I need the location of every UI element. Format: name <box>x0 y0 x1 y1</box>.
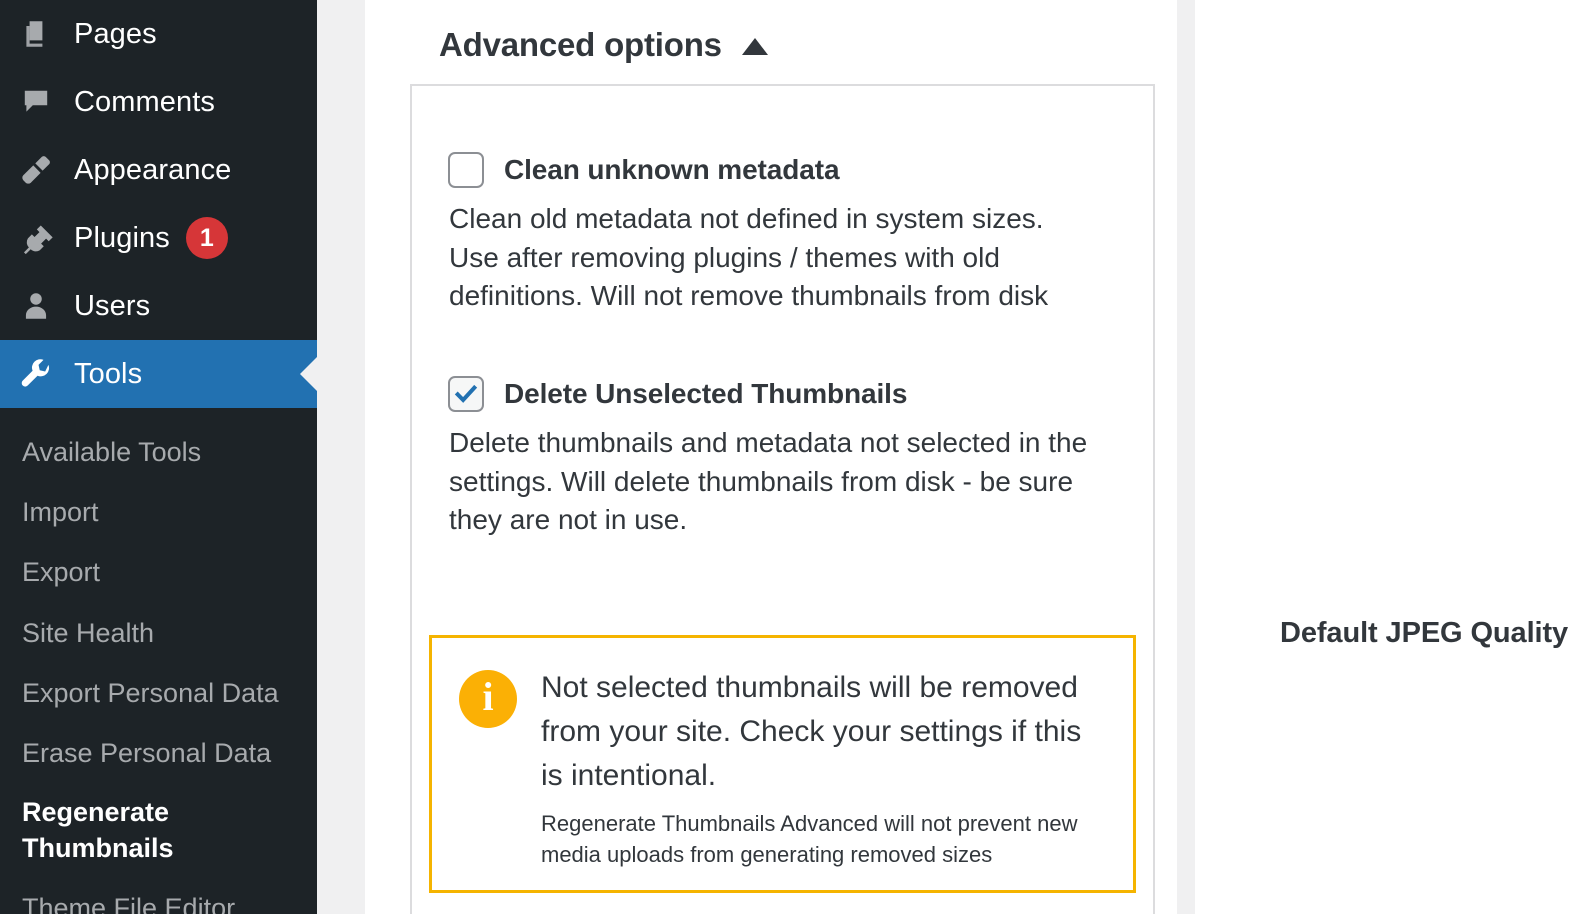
comments-icon <box>18 84 54 120</box>
sidebar-item-appearance[interactable]: Appearance <box>0 136 317 204</box>
sidebar-item-label: Tools <box>74 357 143 390</box>
page-title: Advanced options <box>439 26 722 63</box>
option-delete-unselected-thumbnails: Delete Unselected Thumbnails Delete thum… <box>412 316 1153 540</box>
notice-sub-message: Regenerate Thumbnails Advanced will not … <box>541 811 1078 868</box>
sidebar-subitem-export-personal-data[interactable]: Export Personal Data <box>0 663 317 723</box>
admin-screen: Pages Comments Appearance Plugins 1 User… <box>0 0 1582 914</box>
checkbox-clean-unknown-metadata[interactable] <box>448 152 484 188</box>
appearance-brush-icon <box>18 152 54 188</box>
sidebar-subitem-theme-file-editor[interactable]: Theme File Editor <box>0 878 317 914</box>
default-jpeg-quality-label: Default JPEG Quality <box>1280 617 1569 649</box>
checkbox-delete-unselected-thumbnails[interactable] <box>448 375 484 412</box>
sidebar-item-label: Users <box>74 289 151 322</box>
plugins-plug-icon <box>18 220 54 256</box>
admin-sidebar: Pages Comments Appearance Plugins 1 User… <box>0 0 317 914</box>
tools-wrench-icon <box>18 356 54 392</box>
sidebar-item-plugins[interactable]: Plugins 1 <box>0 204 317 272</box>
sidebar-item-label: Appearance <box>74 153 232 186</box>
sidebar-item-label: Comments <box>74 85 215 118</box>
pages-icon <box>18 16 54 52</box>
content-right-gutter <box>1177 0 1195 914</box>
option-label: Delete Unselected Thumbnails <box>504 377 908 409</box>
tools-submenu: Available Tools Import Export Site Healt… <box>0 408 317 914</box>
option-clean-unknown-metadata: Clean unknown metadata Clean old metadat… <box>412 86 1153 316</box>
caret-up-icon[interactable] <box>741 37 768 55</box>
sidebar-item-label: Pages <box>74 17 157 50</box>
users-person-icon <box>18 288 54 324</box>
notice-body: Not selected thumbnails will be removed … <box>541 666 1107 870</box>
sidebar-item-label: Plugins <box>74 221 170 254</box>
notice-message: Not selected thumbnails will be removed … <box>541 671 1082 792</box>
option-row[interactable]: Clean unknown metadata <box>448 148 1153 188</box>
main-content: Advanced options Clean unknown metadata … <box>365 0 1177 914</box>
sidebar-subitem-regenerate-thumbnails[interactable]: Regenerate Thumbnails <box>0 783 260 878</box>
sidebar-content-gutter <box>317 0 365 914</box>
sidebar-subitem-import[interactable]: Import <box>0 482 317 542</box>
advanced-options-header[interactable]: Advanced options <box>365 0 1177 64</box>
option-row[interactable]: Delete Unselected Thumbnails <box>448 372 1153 412</box>
option-description: Clean old metadata not defined in system… <box>449 203 1049 312</box>
info-circle-icon: i <box>459 670 517 728</box>
warning-notice: i Not selected thumbnails will be remove… <box>429 635 1136 893</box>
plugins-update-badge: 1 <box>185 217 228 259</box>
option-label: Clean unknown metadata <box>504 154 840 185</box>
sidebar-item-pages[interactable]: Pages <box>0 0 317 68</box>
sidebar-item-users[interactable]: Users <box>0 272 317 340</box>
sidebar-subitem-erase-personal-data[interactable]: Erase Personal Data <box>0 723 317 783</box>
info-glyph: i <box>482 674 494 719</box>
current-menu-arrow-icon <box>300 356 317 392</box>
sidebar-subitem-available-tools[interactable]: Available Tools <box>0 422 317 482</box>
advanced-options-card: Clean unknown metadata Clean old metadat… <box>410 84 1155 914</box>
sidebar-subitem-site-health[interactable]: Site Health <box>0 603 317 663</box>
sidebar-item-tools[interactable]: Tools <box>0 340 317 408</box>
right-panel: Default JPEG Quality <box>1195 0 1582 914</box>
sidebar-top-menu: Pages Comments Appearance Plugins 1 User… <box>0 0 317 408</box>
sidebar-item-comments[interactable]: Comments <box>0 68 317 136</box>
sidebar-subitem-export[interactable]: Export <box>0 542 317 602</box>
option-description: Delete thumbnails and metadata not selec… <box>449 426 1088 536</box>
